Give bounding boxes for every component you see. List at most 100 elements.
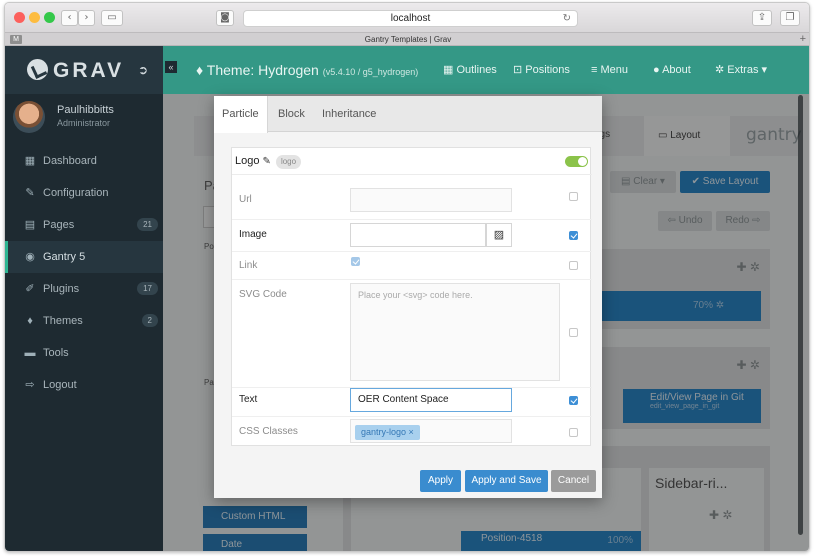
- sidebar-item-label: Dashboard: [43, 155, 97, 167]
- sidebar-item-themes[interactable]: ♦ Themes 2: [5, 305, 163, 337]
- sidebar-item-label: Themes: [43, 315, 83, 327]
- file-icon: ▤: [24, 219, 36, 231]
- theme-name: Theme: Hydrogen: [206, 62, 319, 78]
- tab-favicon: M: [10, 35, 22, 44]
- admin-sidebar: GRAV ➲ Paulhibbitts Administrator ▦ Dashb…: [5, 46, 163, 551]
- enabled-toggle[interactable]: [565, 156, 588, 167]
- text-override-checkbox[interactable]: [569, 396, 578, 405]
- minimize-window-button[interactable]: [29, 12, 40, 23]
- sidebar-item-label: Pages: [43, 219, 75, 231]
- url-override-checkbox[interactable]: [569, 192, 578, 201]
- sidebar-item-label: Logout: [43, 379, 77, 391]
- apply-button[interactable]: Apply: [420, 470, 461, 492]
- gear-icon: ✲: [715, 64, 728, 76]
- double-chevron-left-icon: «: [168, 62, 174, 72]
- tab-inheritance[interactable]: Inheritance: [314, 96, 384, 132]
- forward-button[interactable]: ›: [78, 10, 95, 26]
- address-bar[interactable]: localhost ↻: [243, 10, 578, 27]
- question-icon: ●: [653, 64, 663, 76]
- sidebar-item-logout[interactable]: ⇨ Logout: [5, 369, 163, 401]
- nav-label: About: [662, 64, 691, 76]
- count-badge: 17: [137, 282, 158, 295]
- url-text: localhost: [390, 13, 431, 24]
- sidebar-toggle-button[interactable]: ▭: [101, 10, 123, 26]
- sidebar-item-dashboard[interactable]: ▦ Dashboard: [5, 145, 163, 177]
- browser-window: ‹ › ▭ ◙ localhost ↻ ⇪ ❐ M Gantry Template…: [4, 2, 810, 552]
- css-tag-label: gantry-logo: [361, 427, 407, 437]
- sidebar-item-label: Configuration: [43, 187, 109, 199]
- url-input[interactable]: [350, 188, 512, 212]
- url-label: Url: [239, 194, 252, 205]
- image-file-icon: ▨: [493, 229, 505, 241]
- image-input[interactable]: [350, 223, 486, 247]
- plug-icon: ✐: [25, 283, 35, 295]
- theme-version: (v5.4.10 / g5_hydrogen): [322, 67, 419, 77]
- tabs-icon: ❐: [785, 12, 795, 23]
- nav-about[interactable]: ● About: [653, 46, 691, 94]
- grav-logo[interactable]: GRAV: [27, 59, 124, 83]
- image-row: Image ▨: [232, 220, 592, 252]
- circle-arrow-icon[interactable]: ➲: [138, 63, 148, 77]
- grav-mark-icon: [27, 59, 48, 80]
- nav-extras[interactable]: ✲ Extras ▾: [715, 46, 767, 94]
- sidebar-item-pages[interactable]: ▤ Pages 21: [5, 209, 163, 241]
- active-tab-title[interactable]: Gantry Templates | Grav: [365, 35, 451, 44]
- image-override-checkbox[interactable]: [569, 231, 578, 240]
- positions-icon: ⊡: [513, 64, 526, 76]
- chevron-right-icon: ›: [84, 12, 89, 23]
- particle-settings-modal: Particle Block Inheritance Logo ✎ logo Ur…: [214, 96, 602, 498]
- particle-title[interactable]: Logo ✎ logo: [235, 155, 302, 169]
- tabs-overview-button[interactable]: ❐: [780, 10, 800, 26]
- apply-and-save-button[interactable]: Apply and Save: [465, 470, 548, 492]
- avatar: [13, 101, 45, 133]
- image-picker-button[interactable]: ▨: [486, 223, 512, 247]
- sidebar-icon: ▭: [107, 12, 117, 23]
- remove-tag-icon[interactable]: ×: [409, 427, 414, 437]
- count-badge: 2: [141, 314, 158, 327]
- particle-name: Logo: [235, 155, 260, 167]
- sidebar-item-plugins[interactable]: ✐ Plugins 17: [5, 273, 163, 305]
- cancel-button[interactable]: Cancel: [551, 470, 596, 492]
- briefcase-icon: ▬: [24, 347, 36, 359]
- dashboard-icon: ▦: [24, 155, 36, 167]
- gantry-icon: ◉: [25, 251, 35, 263]
- reload-icon[interactable]: ↻: [563, 11, 571, 27]
- new-tab-button[interactable]: +: [800, 33, 806, 46]
- link-checkbox[interactable]: [351, 257, 360, 266]
- tab-bar: M Gantry Templates | Grav +: [5, 33, 809, 46]
- nav-outlines[interactable]: ▦ Outlines: [443, 46, 497, 94]
- grid-icon: ▦: [443, 64, 457, 76]
- tab-block[interactable]: Block: [270, 96, 313, 132]
- svg-code-textarea[interactable]: Place your <svg> code here.: [350, 283, 560, 381]
- link-override-checkbox[interactable]: [569, 261, 578, 270]
- user-profile[interactable]: Paulhibbitts Administrator: [13, 101, 163, 141]
- css-override-checkbox[interactable]: [569, 428, 578, 437]
- text-input-value: OER Content Space: [358, 394, 449, 405]
- nav-menu[interactable]: ≡ Menu: [591, 46, 628, 94]
- sidebar-item-configuration[interactable]: ✎ Configuration: [5, 177, 163, 209]
- nav-positions[interactable]: ⊡ Positions: [513, 46, 570, 94]
- droplet-icon: ♦: [27, 315, 33, 327]
- css-tag[interactable]: gantry-logo ×: [355, 425, 420, 440]
- sidebar-header: GRAV ➲: [5, 46, 163, 94]
- svg-label: SVG Code: [239, 289, 287, 300]
- back-button[interactable]: ‹: [61, 10, 78, 26]
- text-row: Text OER Content Space: [232, 388, 592, 417]
- css-classes-input[interactable]: gantry-logo ×: [350, 419, 512, 443]
- sidebar-item-tools[interactable]: ▬ Tools: [5, 337, 163, 369]
- nav-label: Positions: [525, 64, 570, 76]
- sidebar-item-gantry[interactable]: ◉ Gantry 5: [5, 241, 163, 273]
- nav-label: Menu: [600, 64, 629, 76]
- collapse-sidebar-button[interactable]: «: [165, 61, 177, 73]
- text-input[interactable]: OER Content Space: [350, 388, 512, 412]
- svg-override-checkbox[interactable]: [569, 328, 578, 337]
- share-button[interactable]: ⇪: [752, 10, 772, 26]
- particle-card: Logo ✎ logo Url Image ▨ Link SVG Code Pl…: [231, 147, 592, 446]
- reader-button[interactable]: ◙: [216, 10, 234, 26]
- url-row: Url: [232, 175, 592, 220]
- grav-logo-text: GRAV: [53, 59, 125, 82]
- tab-particle[interactable]: Particle: [214, 96, 268, 133]
- chevron-down-icon: ▾: [758, 64, 768, 76]
- zoom-window-button[interactable]: [44, 12, 55, 23]
- close-window-button[interactable]: [14, 12, 25, 23]
